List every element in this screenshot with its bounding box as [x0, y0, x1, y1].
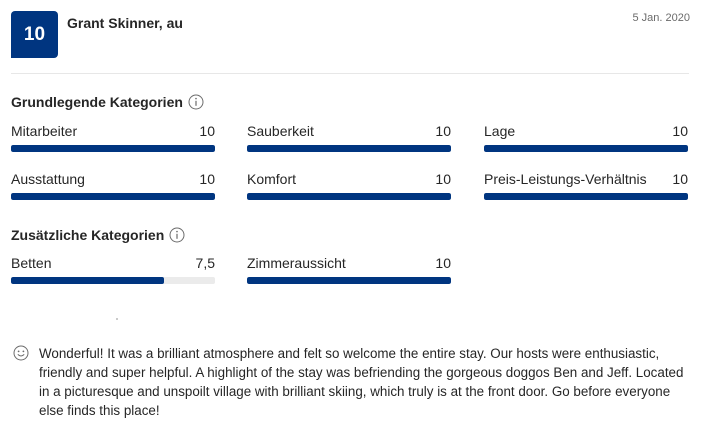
category-score: 10: [435, 123, 451, 139]
category-label: Lage: [484, 123, 516, 139]
category-bar: [11, 145, 215, 152]
category-bar-fill: [11, 145, 215, 152]
category-zimmeraussicht: Zimmeraussicht 10: [247, 255, 451, 285]
smiley-icon: [13, 345, 29, 361]
category-betten: Betten 7,5: [11, 255, 215, 285]
category-bar-fill: [247, 193, 451, 200]
category-score: 10: [672, 123, 688, 139]
category-label: Zimmeraussicht: [247, 255, 346, 271]
info-icon[interactable]: [188, 94, 204, 110]
review-text: Wonderful! It was a brilliant atmosphere…: [39, 346, 684, 418]
category-komfort: Komfort 10: [247, 171, 451, 201]
category-label: Preis-Leistungs-Verhältnis: [484, 171, 647, 187]
category-bar: [484, 193, 688, 200]
category-label: Betten: [11, 255, 52, 271]
category-score: 7,5: [195, 255, 215, 271]
category-label: Komfort: [247, 171, 297, 187]
category-bar-fill: [11, 277, 164, 284]
category-score: 10: [199, 123, 215, 139]
category-bar: [247, 145, 451, 152]
category-bar-fill: [247, 277, 451, 284]
category-label: Sauberkeit: [247, 123, 314, 139]
reviewer-name: Grant Skinner, au: [67, 15, 183, 31]
category-bar: [11, 277, 215, 284]
category-ausstattung: Ausstattung 10: [11, 171, 215, 201]
category-mitarbeiter: Mitarbeiter 10: [11, 123, 215, 153]
category-bar-fill: [484, 193, 688, 200]
category-label: Mitarbeiter: [11, 123, 78, 139]
review-date: 5 Jan. 2020: [632, 12, 691, 24]
extra-categories-title: Zusätzliche Kategorien: [11, 227, 165, 243]
category-bar-fill: [11, 193, 215, 200]
extra-categories-heading: Zusätzliche Kategorien: [11, 227, 185, 243]
basic-categories-title: Grundlegende Kategorien: [11, 94, 183, 110]
divider: [11, 73, 689, 74]
category-score: 10: [672, 171, 688, 187]
category-lage: Lage 10: [484, 123, 688, 153]
category-score: 10: [199, 171, 215, 187]
info-icon[interactable]: [169, 227, 185, 243]
category-preis-leistung: Preis-Leistungs-Verhältnis 10: [484, 171, 688, 201]
category-bar: [484, 145, 688, 152]
category-label: Ausstattung: [11, 171, 85, 187]
category-bar-fill: [484, 145, 688, 152]
category-score: 10: [435, 255, 451, 271]
category-bar-fill: [247, 145, 451, 152]
category-bar: [247, 277, 451, 284]
separator-dot: [116, 318, 118, 320]
basic-categories-heading: Grundlegende Kategorien: [11, 94, 204, 110]
category-score: 10: [435, 171, 451, 187]
category-bar: [11, 193, 215, 200]
review-score-badge: 10: [11, 11, 58, 58]
category-sauberkeit: Sauberkeit 10: [247, 123, 451, 153]
category-bar: [247, 193, 451, 200]
